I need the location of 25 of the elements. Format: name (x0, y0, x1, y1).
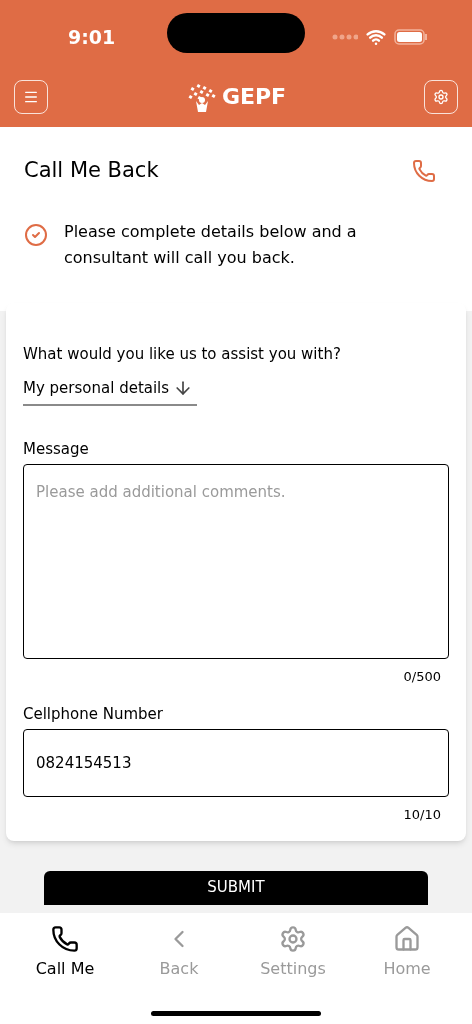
submit-button[interactable]: SUBMIT (44, 870, 428, 905)
message-label: Message (23, 438, 90, 460)
phone-icon (51, 925, 79, 953)
message-field[interactable]: Please add additional comments. (23, 464, 449, 659)
phone-label: Cellphone Number (23, 703, 164, 725)
phone-field[interactable]: 0824154513 (23, 729, 449, 797)
wifi-icon (366, 27, 386, 47)
battery-icon (394, 29, 428, 45)
phone-counter: 10/10 (403, 806, 441, 824)
notice-text: Please complete details below and a consultant will call you back. (64, 220, 358, 269)
logo-text: GEPF (221, 83, 287, 111)
topic-label: What would you like us to assist you with? (23, 343, 342, 365)
status-time: 9:01 (68, 24, 116, 50)
settings-icon (433, 88, 449, 105)
topic-dropdown[interactable]: My personal details (23, 377, 198, 406)
tab-item[interactable]: Call Me (17, 925, 113, 981)
home-icon (393, 925, 421, 953)
check-circle-icon (24, 222, 48, 247)
menu-button[interactable] (14, 79, 48, 114)
call-icon[interactable] (412, 158, 436, 183)
message-counter: 0/500 (403, 668, 441, 686)
settings-icon (279, 925, 307, 953)
signal-icon (332, 34, 358, 40)
page-title: Call Me Back (24, 157, 159, 184)
settings-button[interactable] (424, 79, 458, 114)
